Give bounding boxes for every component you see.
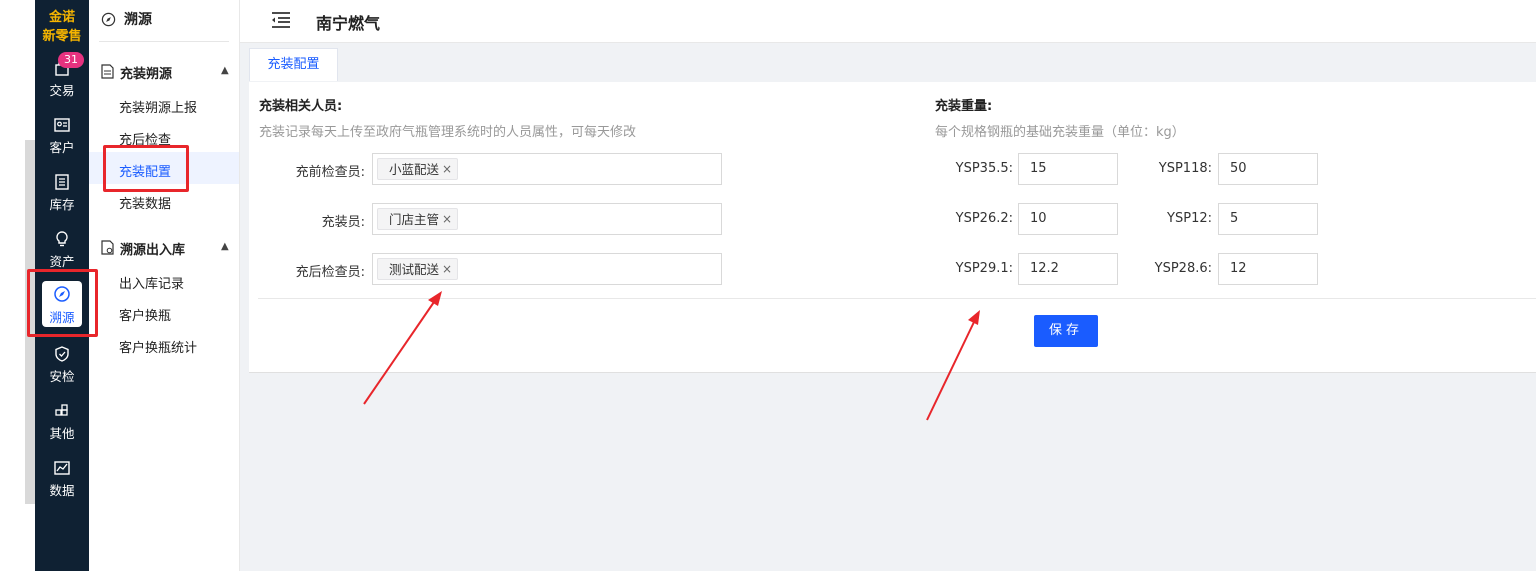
personnel-title: 充装相关人员: (259, 99, 343, 114)
tag-label: 测试配送 (389, 262, 440, 277)
weight-label: YSP12: (1167, 211, 1212, 226)
submenu-item-exchange-stats[interactable]: 客户换瓶统计 (119, 337, 197, 356)
weights-description: 每个规格钢瓶的基础充装重量（单位：kg） (935, 125, 1185, 140)
selected-tag: 小蓝配送 × (377, 158, 459, 180)
field-label: 充前检查员: (295, 165, 365, 180)
secondary-menu: 溯源 充装朔源 ▲ 充装朔源上报 充后检查 充装配置 充装数据 溯源出入库 ▲ … (89, 0, 240, 571)
save-button[interactable]: 保存 (1034, 315, 1098, 347)
rail-item-stock[interactable]: 库存 (35, 169, 89, 219)
rail-label: 安检 (49, 369, 75, 384)
selected-tag: 测试配送 × (377, 258, 459, 280)
weight-input[interactable]: 12.2 (1018, 253, 1118, 285)
submenu-group-trace-inout[interactable]: 溯源出入库 ▲ (101, 239, 236, 258)
brand-logo: 金诺 (48, 10, 75, 25)
top-bar: 南宁燃气 (240, 0, 1536, 43)
collapse-menu-icon[interactable] (270, 11, 292, 29)
weight-input[interactable]: 15 (1018, 153, 1118, 185)
rail-label: 客户 (49, 140, 75, 155)
config-panel: 充装相关人员: 充装记录每天上传至政府气瓶管理系统时的人员属性，可每天修改 充前… (249, 82, 1536, 373)
rail-item-other[interactable]: 其他 (35, 398, 89, 448)
page-edge-lower (25, 504, 35, 571)
weight-input[interactable]: 5 (1218, 203, 1318, 235)
weight-label: YSP28.6: (1154, 261, 1212, 276)
close-icon[interactable]: × (442, 259, 452, 280)
divider (258, 298, 1536, 299)
shield-icon (55, 346, 69, 362)
weight-label: YSP118: (1158, 161, 1212, 176)
tag-label: 小蓝配送 (389, 162, 440, 177)
brand-subtitle: 新零售 (42, 29, 82, 44)
submenu-group-filling-trace[interactable]: 充装朔源 ▲ (101, 63, 236, 82)
page-edge (0, 0, 25, 571)
tab-filling-config[interactable]: 充装配置 (249, 48, 338, 81)
field-label: 充后检查员: (295, 265, 365, 280)
filler-select[interactable]: 门店主管 × (372, 203, 722, 235)
annotation-box-rail (27, 269, 98, 337)
rail-label: 其他 (49, 426, 75, 441)
weight-label: YSP29.1: (955, 261, 1013, 276)
document-icon (101, 240, 114, 255)
personnel-description: 充装记录每天上传至政府气瓶管理系统时的人员属性，可每天修改 (259, 125, 637, 140)
rail-label: 库存 (49, 197, 75, 212)
post-check-inspector-select[interactable]: 测试配送 × (372, 253, 722, 285)
selected-tag: 门店主管 × (377, 208, 459, 230)
list-icon (55, 174, 69, 190)
submenu-title: 溯源 (124, 12, 152, 28)
weight-input[interactable]: 10 (1018, 203, 1118, 235)
compass-icon (101, 12, 116, 27)
submenu-item-inout-records[interactable]: 出入库记录 (119, 273, 184, 292)
submenu-item-bottle-exchange[interactable]: 客户换瓶 (119, 305, 171, 324)
group-label: 充装朔源 (120, 67, 173, 82)
tabs-bar: 充装配置 (240, 43, 1536, 81)
lightbulb-icon (56, 231, 68, 247)
id-card-icon (54, 118, 70, 132)
weight-input[interactable]: 50 (1218, 153, 1318, 185)
rail-label: 数据 (49, 483, 75, 498)
rail-item-customer[interactable]: 客户 (35, 112, 89, 162)
close-icon[interactable]: × (442, 209, 452, 230)
weight-label: YSP35.5: (955, 161, 1013, 176)
divider (99, 41, 229, 42)
page-edge-upper (25, 0, 35, 140)
annotation-box-submenu (103, 145, 189, 192)
page-title: 南宁燃气 (316, 14, 381, 33)
close-icon[interactable]: × (442, 159, 452, 180)
document-icon (101, 64, 114, 79)
rail-item-data[interactable]: 数据 (35, 455, 89, 505)
pre-check-inspector-select[interactable]: 小蓝配送 × (372, 153, 722, 185)
chevron-up-icon: ▲ (221, 241, 229, 252)
rail-label: 资产 (49, 254, 75, 269)
tag-label: 门店主管 (389, 212, 440, 227)
group-label: 溯源出入库 (120, 243, 186, 258)
chart-icon (54, 461, 70, 475)
rail-item-inspection[interactable]: 安检 (35, 341, 89, 391)
weights-title: 充装重量: (935, 99, 993, 114)
weight-input[interactable]: 12 (1218, 253, 1318, 285)
apps-icon (55, 404, 68, 416)
weight-label: YSP26.2: (955, 211, 1013, 226)
submenu-item-filling-data[interactable]: 充装数据 (119, 193, 171, 212)
field-label: 充装员: (321, 215, 365, 230)
submenu-item-filling-report[interactable]: 充装朔源上报 (119, 97, 197, 116)
rail-label: 交易 (49, 83, 75, 98)
trade-badge: 31 (58, 52, 84, 68)
chevron-up-icon: ▲ (221, 65, 229, 76)
